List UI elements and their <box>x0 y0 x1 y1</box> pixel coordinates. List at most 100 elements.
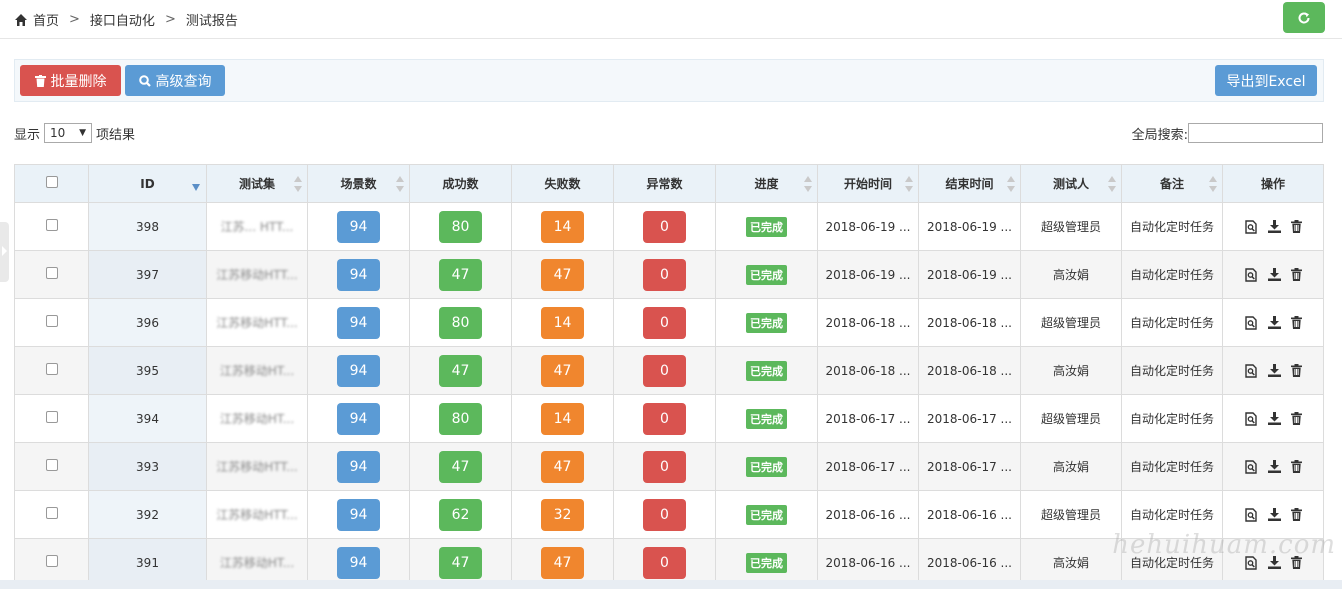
sort-icon <box>804 176 812 192</box>
suite-name[interactable]: 江苏移动HTT... <box>216 314 298 331</box>
home-icon <box>15 13 27 26</box>
error-count-badge: 0 <box>643 306 686 339</box>
advanced-query-button[interactable]: 高级查询 <box>125 65 225 96</box>
suite-name[interactable]: 江苏移动HTT... <box>216 458 298 475</box>
suite-name[interactable]: 江苏移动HTT... <box>216 266 298 283</box>
row-select-cell <box>14 250 89 299</box>
row-checkbox[interactable] <box>45 507 58 519</box>
suite-name[interactable]: 江苏... HTT... <box>221 218 294 235</box>
row-checkbox[interactable] <box>45 411 58 423</box>
suite-name[interactable]: 江苏移动HT... <box>220 362 294 379</box>
column-header-tester[interactable]: 测试人 <box>1020 164 1122 203</box>
delete-report-button[interactable] <box>1290 268 1302 281</box>
delete-icon <box>1290 316 1302 329</box>
row-checkbox[interactable] <box>45 267 58 279</box>
status-badge: 已完成 <box>746 408 787 429</box>
view-report-button[interactable] <box>1244 315 1258 330</box>
fail-count-badge: 47 <box>541 450 584 483</box>
tester-cell: 高汝娟 <box>1020 442 1122 491</box>
view-report-button[interactable] <box>1244 219 1258 234</box>
delete-report-button[interactable] <box>1290 460 1302 473</box>
column-header-progress[interactable]: 进度 <box>715 164 818 203</box>
end-time-cell: 2018-06-18 ... <box>918 346 1021 395</box>
row-select-cell <box>14 346 89 395</box>
suite-cell: 江苏移动HTT... <box>206 442 308 491</box>
sidebar-toggle-handle[interactable] <box>0 222 9 282</box>
delete-report-button[interactable] <box>1290 412 1302 425</box>
delete-report-button[interactable] <box>1290 364 1302 377</box>
column-header-label: 异常数 <box>646 177 683 191</box>
global-search-input[interactable] <box>1188 123 1323 143</box>
download-report-button[interactable] <box>1267 460 1281 473</box>
suite-cell: 江苏移动HTT... <box>206 490 308 539</box>
view-report-icon <box>1244 267 1257 282</box>
batch-delete-button[interactable]: 批量删除 <box>20 65 121 96</box>
table-row[interactable]: 394 江苏移动HT... 94 80 14 0 已完成 2018-06-17 ... 2018… <box>14 394 1324 443</box>
view-report-icon <box>1244 315 1257 330</box>
suite-name[interactable]: 江苏移动HTT... <box>216 506 298 523</box>
column-header-scenes[interactable]: 场景数 <box>307 164 410 203</box>
column-header-label: 备注 <box>1159 177 1184 191</box>
column-header-suite[interactable]: 测试集 <box>206 164 308 203</box>
view-report-button[interactable] <box>1244 459 1258 474</box>
row-checkbox[interactable] <box>45 363 58 375</box>
length-suffix: 项结果 <box>96 127 136 143</box>
start-time-cell: 2018-06-16 ... <box>817 490 919 539</box>
view-report-button[interactable] <box>1244 267 1258 282</box>
view-report-button[interactable] <box>1244 507 1258 522</box>
select-all-cell <box>14 164 89 203</box>
delete-report-button[interactable] <box>1290 316 1302 329</box>
delete-report-button[interactable] <box>1290 508 1302 521</box>
row-checkbox[interactable] <box>45 219 58 231</box>
download-icon <box>1267 412 1281 425</box>
suite-cell: 江苏... HTT... <box>206 202 308 251</box>
row-checkbox[interactable] <box>45 459 58 471</box>
row-checkbox[interactable] <box>45 555 58 567</box>
fail-count-badge: 32 <box>541 498 584 531</box>
select-all-checkbox[interactable] <box>45 176 58 188</box>
sort-icon <box>1108 176 1116 192</box>
progress-cell: 已完成 <box>715 250 818 299</box>
sort-icon <box>905 176 913 192</box>
view-report-icon <box>1244 411 1257 426</box>
scenes-count-badge: 94 <box>337 498 380 531</box>
column-header-end-time[interactable]: 结束时间 <box>918 164 1021 203</box>
download-report-button[interactable] <box>1267 412 1281 425</box>
breadcrumb-interface-automation[interactable]: 接口自动化 <box>90 10 155 29</box>
table-row[interactable]: 397 江苏移动HTT... 94 47 47 0 已完成 2018-06-19 ... 201… <box>14 250 1324 299</box>
table-row[interactable]: 398 江苏... HTT... 94 80 14 0 已完成 2018-06-19 ... 2… <box>14 202 1324 251</box>
table-row[interactable]: 395 江苏移动HT... 94 47 47 0 已完成 2018-06-18 ... 2018… <box>14 346 1324 395</box>
table-row[interactable]: 393 江苏移动HTT... 94 47 47 0 已完成 2018-06-17 ... 201… <box>14 442 1324 491</box>
suite-name[interactable]: 江苏移动HT... <box>220 410 294 427</box>
download-report-button[interactable] <box>1267 268 1281 281</box>
scenes-count-badge: 94 <box>337 210 380 243</box>
download-report-button[interactable] <box>1267 508 1281 521</box>
success-count-badge: 80 <box>439 306 482 339</box>
fail-cell: 32 <box>511 490 614 539</box>
page-length-select[interactable]: 10 ▼ <box>44 123 93 143</box>
download-report-button[interactable] <box>1267 220 1281 233</box>
column-header-start-time[interactable]: 开始时间 <box>817 164 919 203</box>
export-excel-button[interactable]: 导出到Excel <box>1215 65 1317 96</box>
actions-cell <box>1222 298 1324 347</box>
delete-report-button[interactable] <box>1290 220 1302 233</box>
column-header-remark[interactable]: 备注 <box>1121 164 1223 203</box>
horizontal-scrollbar[interactable] <box>0 580 1342 589</box>
download-report-button[interactable] <box>1267 316 1281 329</box>
success-count-badge: 47 <box>439 258 482 291</box>
suite-cell: 江苏移动HTT... <box>206 250 308 299</box>
status-badge: 已完成 <box>746 216 787 237</box>
view-report-icon <box>1244 363 1257 378</box>
view-report-button[interactable] <box>1244 363 1258 378</box>
row-checkbox[interactable] <box>45 315 58 327</box>
suite-name[interactable]: 江苏移动HT... <box>220 554 294 571</box>
table-row[interactable]: 396 江苏移动HTT... 94 80 14 0 已完成 2018-06-18 ... 201… <box>14 298 1324 347</box>
download-report-button[interactable] <box>1267 364 1281 377</box>
start-time-cell: 2018-06-17 ... <box>817 394 919 443</box>
refresh-button[interactable] <box>1283 2 1325 33</box>
breadcrumb-home[interactable]: 首页 <box>33 10 59 29</box>
view-report-button[interactable] <box>1244 411 1258 426</box>
scenes-count-badge: 94 <box>337 546 380 579</box>
success-cell: 47 <box>409 442 512 491</box>
column-header-id[interactable]: ID <box>88 164 207 203</box>
